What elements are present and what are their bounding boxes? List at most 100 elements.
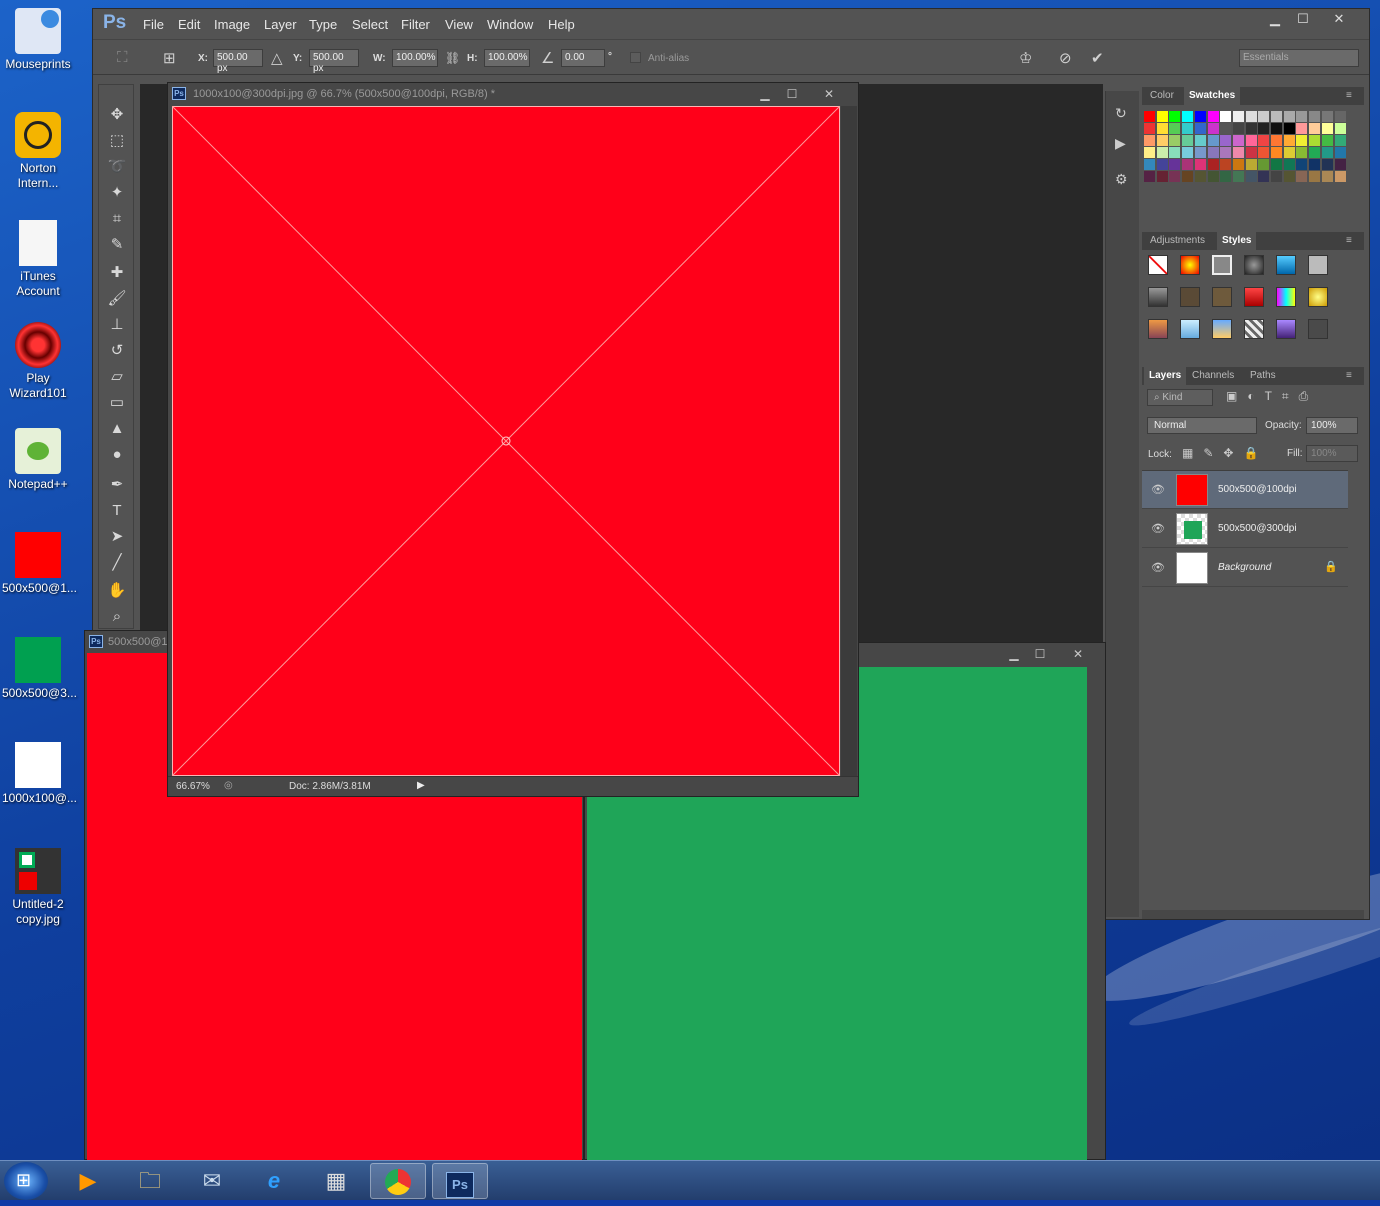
swatch[interactable] [1232, 147, 1244, 158]
minimize-icon[interactable]: ▁ [1001, 645, 1027, 663]
panel-menu-icon[interactable]: ≡ [1346, 90, 1352, 101]
menu-file[interactable]: File [143, 17, 164, 32]
swatch[interactable] [1334, 147, 1346, 158]
healing-brush-tool-icon[interactable]: ✚ [107, 263, 127, 283]
magic-wand-tool-icon[interactable]: ✦ [107, 183, 127, 203]
actions-panel-icon[interactable]: ▶ [1115, 135, 1126, 152]
status-icon[interactable]: ◎ [224, 780, 233, 791]
swatch[interactable] [1194, 171, 1206, 182]
zoom-level[interactable]: 66.67% [176, 781, 210, 792]
swatch[interactable] [1194, 135, 1206, 146]
swatch[interactable] [1169, 159, 1181, 170]
swatch[interactable] [1309, 111, 1321, 122]
swatch[interactable] [1271, 135, 1282, 146]
swatch[interactable] [1271, 171, 1282, 182]
windows-explorer-icon[interactable]: 🗀 [122, 1163, 178, 1199]
crop-tool-icon[interactable]: ⌗ [107, 209, 127, 229]
swatch[interactable] [1245, 123, 1257, 134]
workspace-switcher[interactable]: Essentials [1239, 49, 1359, 67]
layer-row[interactable]: 👁 Background 🔒 [1142, 549, 1348, 587]
swatch[interactable] [1296, 111, 1308, 122]
swatch[interactable] [1156, 147, 1168, 158]
swatch[interactable] [1283, 123, 1295, 134]
swatch[interactable] [1258, 135, 1270, 146]
style-swatch[interactable] [1212, 287, 1232, 307]
swatch[interactable] [1182, 111, 1194, 122]
style-none[interactable] [1148, 255, 1168, 275]
swatch[interactable] [1194, 147, 1206, 158]
swatch[interactable] [1309, 147, 1321, 158]
swatch[interactable] [1232, 123, 1244, 134]
swatch[interactable] [1334, 123, 1346, 134]
swatch[interactable] [1220, 111, 1232, 122]
commit-transform-icon[interactable]: ✔ [1091, 49, 1104, 67]
cancel-transform-icon[interactable]: ⊘ [1059, 49, 1072, 67]
swatch[interactable] [1271, 123, 1282, 134]
swatch[interactable] [1232, 111, 1244, 122]
swatch[interactable] [1144, 111, 1155, 122]
swatch[interactable] [1207, 135, 1219, 146]
swatch[interactable] [1245, 159, 1257, 170]
x-field[interactable]: 500.00 px [213, 49, 263, 74]
tab-paths[interactable]: Paths [1250, 370, 1276, 381]
swatch[interactable] [1321, 159, 1333, 170]
swatch[interactable] [1258, 123, 1270, 134]
thunderbird-icon[interactable]: ✉ [184, 1163, 240, 1199]
menu-image[interactable]: Image [214, 17, 250, 32]
style-swatch[interactable] [1180, 287, 1200, 307]
angle-field[interactable]: 0.00 [561, 49, 605, 67]
swatch[interactable] [1220, 159, 1232, 170]
swatch[interactable] [1309, 123, 1321, 134]
status-menu-arrow-icon[interactable]: ▶ [417, 780, 425, 791]
clone-stamp-tool-icon[interactable]: ⊥ [107, 315, 127, 335]
swatch[interactable] [1321, 171, 1333, 182]
properties-panel-icon[interactable]: ⚙ [1115, 171, 1128, 188]
internet-explorer-icon[interactable]: e [246, 1163, 302, 1199]
panel-menu-icon[interactable]: ≡ [1346, 235, 1352, 246]
swatch[interactable] [1321, 147, 1333, 158]
swatch[interactable] [1194, 111, 1206, 122]
tab-channels[interactable]: Channels [1192, 370, 1234, 381]
style-swatch[interactable] [1148, 287, 1168, 307]
swatch[interactable] [1283, 135, 1295, 146]
menu-edit[interactable]: Edit [178, 17, 200, 32]
swatch[interactable] [1207, 159, 1219, 170]
calculator-icon[interactable]: ▦ [308, 1163, 364, 1199]
swatch[interactable] [1144, 147, 1155, 158]
tab-swatches[interactable]: Swatches [1184, 87, 1241, 105]
relative-position-icon[interactable]: △ [271, 49, 283, 67]
swatch[interactable] [1232, 171, 1244, 182]
line-tool-icon[interactable]: ╱ [107, 553, 127, 573]
swatch[interactable] [1156, 111, 1168, 122]
desktop-icon-mouseprints[interactable]: Mouseprints [2, 8, 74, 72]
menu-view[interactable]: View [445, 17, 473, 32]
desktop-icon-white-image[interactable]: 1000x100@... [2, 742, 77, 806]
pen-tool-icon[interactable]: ✒ [107, 475, 127, 495]
style-swatch[interactable] [1148, 319, 1168, 339]
visibility-eye-icon[interactable]: 👁 [1151, 522, 1165, 535]
path-selection-tool-icon[interactable]: ➤ [107, 527, 127, 547]
style-swatch[interactable] [1180, 255, 1200, 275]
document-window-1000x100[interactable]: Ps 1000x100@300dpi.jpg @ 66.7% (500x500@… [167, 82, 859, 797]
menu-select[interactable]: Select [352, 17, 388, 32]
swatch[interactable] [1309, 171, 1321, 182]
swatch[interactable] [1169, 111, 1181, 122]
maximize-icon[interactable]: ☐ [779, 85, 805, 103]
swatch[interactable] [1182, 123, 1194, 134]
style-swatch[interactable] [1244, 287, 1264, 307]
menu-filter[interactable]: Filter [401, 17, 430, 32]
menu-help[interactable]: Help [548, 17, 575, 32]
close-icon[interactable]: ✕ [1065, 645, 1091, 663]
dodge-tool-icon[interactable]: ● [107, 445, 127, 465]
maximize-icon[interactable]: ☐ [1289, 11, 1317, 27]
tab-adjustments[interactable]: Adjustments [1150, 235, 1205, 246]
swatch[interactable] [1334, 171, 1346, 182]
swatch[interactable] [1245, 171, 1257, 182]
filter-kind-select[interactable]: ⌕ Kind [1147, 389, 1213, 406]
eraser-tool-icon[interactable]: ▱ [107, 367, 127, 387]
gradient-tool-icon[interactable]: ▭ [107, 393, 127, 413]
zoom-tool-icon[interactable]: ⌕ [107, 607, 127, 627]
close-icon[interactable]: ✕ [1325, 11, 1353, 27]
swatch[interactable] [1245, 147, 1257, 158]
swatch[interactable] [1220, 123, 1232, 134]
